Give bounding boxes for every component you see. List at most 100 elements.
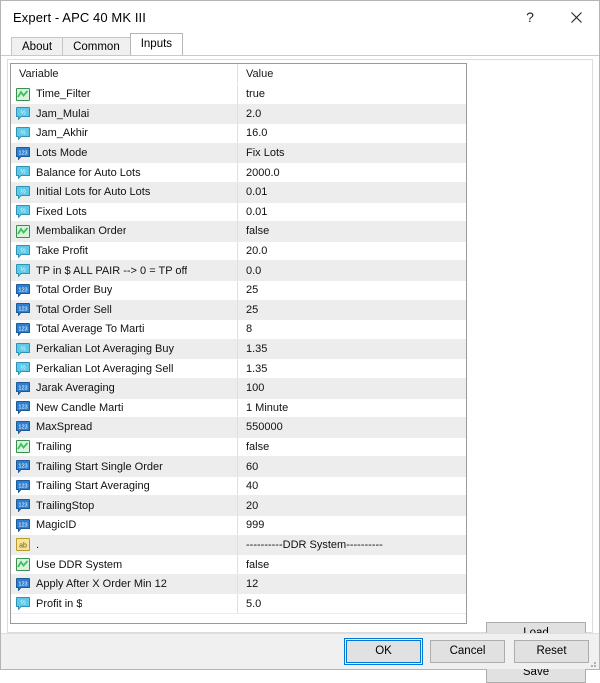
table-row[interactable]: 123 Jarak Averaging 100	[11, 378, 466, 399]
int-icon: 123	[16, 322, 30, 336]
table-row[interactable]: 123 Trailing Start Single Order 60	[11, 457, 466, 477]
value-cell[interactable]: ----------DDR System----------	[237, 535, 466, 555]
value-cell[interactable]: Fix Lots	[237, 143, 466, 163]
table-row[interactable]: Use DDR System false	[11, 555, 466, 575]
svg-text:123: 123	[18, 503, 27, 509]
value-cell[interactable]: 16.0	[237, 124, 466, 143]
window-title: Expert - APC 40 MK III	[13, 9, 146, 25]
value-cell[interactable]: true	[237, 85, 466, 104]
value-cell[interactable]: 8	[237, 320, 466, 339]
table-row[interactable]: ½ Profit in $ 5.0	[11, 594, 466, 615]
bool-icon	[16, 224, 30, 238]
value-cell[interactable]: 60	[237, 457, 466, 476]
table-row[interactable]: Time_Filter true	[11, 85, 466, 105]
table-row[interactable]: ½ TP in $ ALL PAIR --> 0 = TP off 0.0	[11, 261, 466, 281]
value-cell[interactable]: false	[237, 222, 466, 241]
table-row[interactable]: 123 MagicID 999	[11, 516, 466, 536]
table-row[interactable]: 123 TrailingStop 20	[11, 496, 466, 517]
value-cell[interactable]: 40	[237, 476, 466, 496]
table-row[interactable]: 123 MaxSpread 550000	[11, 418, 466, 438]
table-row[interactable]: ½ Fixed Lots 0.01	[11, 202, 466, 223]
variable-name: .	[36, 538, 40, 551]
table-row[interactable]: ab. ----------DDR System----------	[11, 535, 466, 556]
table-row[interactable]: ½ Jam_Mulai 2.0	[11, 104, 466, 125]
variable-cell: 123 Total Average To Marti	[11, 322, 237, 336]
svg-text:123: 123	[18, 464, 27, 470]
svg-text:½: ½	[20, 246, 26, 254]
reset-button[interactable]: Reset	[514, 640, 589, 663]
variable-name: Jam_Akhir	[36, 127, 88, 140]
table-row[interactable]: ½ Balance for Auto Lots 2000.0	[11, 163, 466, 183]
table-row[interactable]: 123 Lots Mode Fix Lots	[11, 143, 466, 164]
tab-about[interactable]: About	[11, 37, 64, 56]
value-cell[interactable]: 20.0	[237, 241, 466, 261]
variable-cell: ½ Fixed Lots	[11, 205, 237, 219]
table-row[interactable]: 123 Trailing Start Averaging 40	[11, 476, 466, 497]
table-row[interactable]: Membalikan Order false	[11, 222, 466, 242]
variable-cell: 123 MagicID	[11, 518, 237, 532]
variable-name: Jam_Mulai	[36, 107, 90, 120]
value-cell[interactable]: 25	[237, 280, 466, 300]
value-cell[interactable]: 0.0	[237, 261, 466, 280]
value-cell[interactable]: 1 Minute	[237, 398, 466, 418]
resize-grip-icon[interactable]	[587, 658, 597, 668]
value-cell[interactable]: false	[237, 437, 466, 457]
table-row[interactable]: ½ Perkalian Lot Averaging Buy 1.35	[11, 339, 466, 360]
svg-text:ab: ab	[19, 543, 27, 550]
value-cell[interactable]: 2.0	[237, 104, 466, 124]
svg-text:½: ½	[20, 128, 26, 136]
variable-cell: ½ Balance for Auto Lots	[11, 166, 237, 180]
table-row[interactable]: 123 Total Order Buy 25	[11, 280, 466, 301]
double-icon: ½	[16, 342, 30, 356]
table-row[interactable]: 123 Total Order Sell 25	[11, 300, 466, 321]
svg-text:½: ½	[20, 344, 26, 352]
table-row[interactable]: ½ Take Profit 20.0	[11, 241, 466, 262]
close-icon[interactable]	[553, 1, 599, 33]
column-header-value: Value	[237, 64, 466, 84]
value-cell[interactable]: 100	[237, 378, 466, 398]
column-header-variable: Variable	[19, 68, 59, 80]
variable-cell: 123 New Candle Marti	[11, 401, 237, 415]
svg-text:½: ½	[20, 109, 26, 117]
ok-button[interactable]: OK	[344, 638, 423, 665]
value-cell[interactable]: 1.35	[237, 339, 466, 359]
value-cell[interactable]: 12	[237, 574, 466, 594]
table-row[interactable]: 123 Apply After X Order Min 12 12	[11, 574, 466, 595]
svg-text:½: ½	[20, 187, 26, 195]
value-cell[interactable]: 0.01	[237, 202, 466, 222]
value-cell[interactable]: 20	[237, 496, 466, 516]
table-row[interactable]: ½ Initial Lots for Auto Lots 0.01	[11, 182, 466, 203]
value-cell[interactable]: 0.01	[237, 182, 466, 202]
tab-common[interactable]: Common	[62, 37, 131, 56]
table-row[interactable]: ½ Jam_Akhir 16.0	[11, 124, 466, 144]
value-cell[interactable]: 999	[237, 516, 466, 535]
table-row[interactable]: 123 Total Average To Marti 8	[11, 320, 466, 340]
variable-cell: Trailing	[11, 440, 237, 454]
variable-cell: 123 MaxSpread	[11, 420, 237, 434]
variable-cell: 123 Total Order Sell	[11, 303, 237, 317]
value-cell[interactable]: 550000	[237, 418, 466, 437]
int-icon: 123	[16, 577, 30, 591]
table-row[interactable]: Trailing false	[11, 437, 466, 458]
int-icon: 123	[16, 146, 30, 160]
value-cell[interactable]: 5.0	[237, 594, 466, 614]
value-cell[interactable]: 25	[237, 300, 466, 320]
value-cell[interactable]: false	[237, 555, 466, 574]
help-glyph: ?	[526, 9, 534, 25]
table-row[interactable]: 123 New Candle Marti 1 Minute	[11, 398, 466, 419]
tab-inputs[interactable]: Inputs	[129, 33, 184, 55]
help-icon[interactable]: ?	[507, 1, 553, 33]
cancel-button[interactable]: Cancel	[430, 640, 505, 663]
value-cell[interactable]: 1.35	[237, 359, 466, 378]
variable-name: TP in $ ALL PAIR --> 0 = TP off	[36, 264, 188, 277]
int-icon: 123	[16, 499, 30, 513]
bool-icon	[16, 558, 30, 572]
variable-name: Balance for Auto Lots	[36, 166, 141, 179]
svg-text:123: 123	[18, 424, 27, 430]
variable-name: Fixed Lots	[36, 205, 87, 218]
double-icon: ½	[16, 597, 30, 611]
table-row[interactable]: ½ Perkalian Lot Averaging Sell 1.35	[11, 359, 466, 379]
value-cell[interactable]: 2000.0	[237, 163, 466, 182]
inputs-grid[interactable]: Variable Value Time_Filter true ½ Jam_Mulai…	[10, 63, 467, 624]
double-icon: ½	[16, 264, 30, 278]
